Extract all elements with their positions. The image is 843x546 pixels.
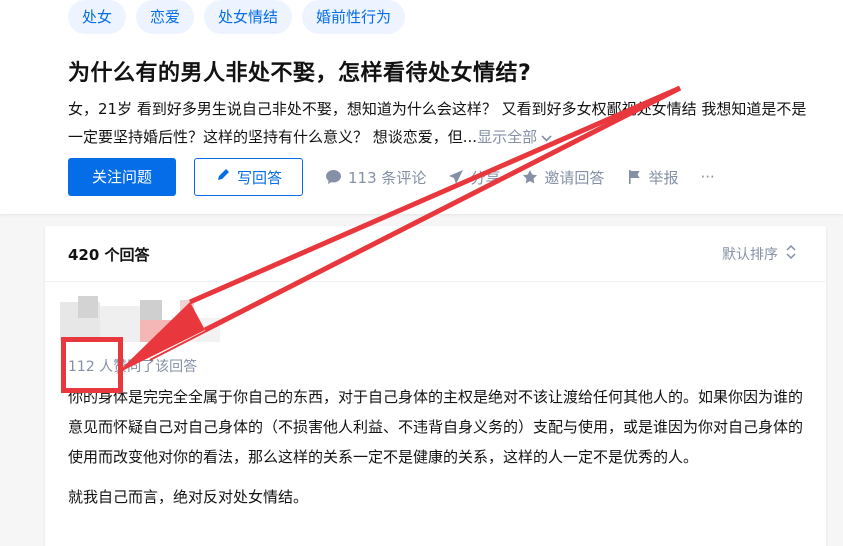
follow-question-button[interactable]: 关注问题 <box>68 158 176 196</box>
comment-icon <box>325 169 342 185</box>
show-all-label: 显示全部 <box>477 128 538 146</box>
answer-count: 420 个回答 <box>68 246 150 264</box>
answer-content: 你的身体是完完全全属于你自己的东西，对于自己身体的主权是绝对不该让渡给任何其他人… <box>68 382 803 522</box>
sort-icon <box>786 244 796 264</box>
report-button[interactable]: 举报 <box>626 167 678 188</box>
answers-header: 420 个回答 默认排序 <box>45 226 826 282</box>
question-detail-text: 女，21岁 看到好多男生说自己非处不娶，想知道为什么会这样？ 又看到好多女权鄙视… <box>68 100 807 146</box>
show-all-link[interactable]: 显示全部 <box>477 128 552 146</box>
topic-tag[interactable]: 处女情结 <box>204 0 293 34</box>
share-button[interactable]: 分享 <box>448 167 500 188</box>
question-actions: 关注问题 写回答 113 条评论 分享 邀请回答 举报 ··· <box>68 158 715 196</box>
topic-list: 处女 恋爱 处女情结 婚前性行为 <box>68 0 406 34</box>
share-icon <box>448 169 464 185</box>
annotation-highlight-box <box>61 337 123 393</box>
topic-tag[interactable]: 恋爱 <box>136 0 195 34</box>
report-label: 举报 <box>648 168 679 187</box>
write-answer-label: 写回答 <box>236 168 282 187</box>
pencil-icon <box>215 167 231 187</box>
invite-icon <box>522 169 538 185</box>
question-title: 为什么有的男人非处不娶，怎样看待处女情结? <box>68 61 532 86</box>
chevron-down-icon <box>541 124 552 152</box>
comments-button[interactable]: 113 条评论 <box>325 167 426 188</box>
sort-label: 默认排序 <box>722 247 778 263</box>
question-detail: 女，21岁 看到好多男生说自己非处不娶，想知道为什么会这样？ 又看到好多女权鄙视… <box>68 95 818 152</box>
avatar[interactable] <box>60 296 220 342</box>
answer-paragraph: 就我自己而言，绝对反对处女情结。 <box>68 488 309 506</box>
comments-label: 113 条评论 <box>348 168 427 187</box>
more-button[interactable]: ··· <box>700 168 714 186</box>
invite-label: 邀请回答 <box>544 168 605 187</box>
invite-answer-button[interactable]: 邀请回答 <box>522 167 604 188</box>
answer-paragraph: 你的身体是完完全全属于你自己的东西，对于自己身体的主权是绝对不该让渡给任何其他人… <box>68 388 804 466</box>
topic-tag[interactable]: 婚前性行为 <box>302 0 406 34</box>
question-header: 处女 恋爱 处女情结 婚前性行为 为什么有的男人非处不娶，怎样看待处女情结? 女… <box>0 0 843 214</box>
sort-dropdown[interactable]: 默认排序 <box>722 244 796 264</box>
flag-icon <box>626 169 642 185</box>
write-answer-button[interactable]: 写回答 <box>194 158 303 196</box>
topic-tag[interactable]: 处女 <box>68 0 127 34</box>
share-label: 分享 <box>470 168 501 187</box>
